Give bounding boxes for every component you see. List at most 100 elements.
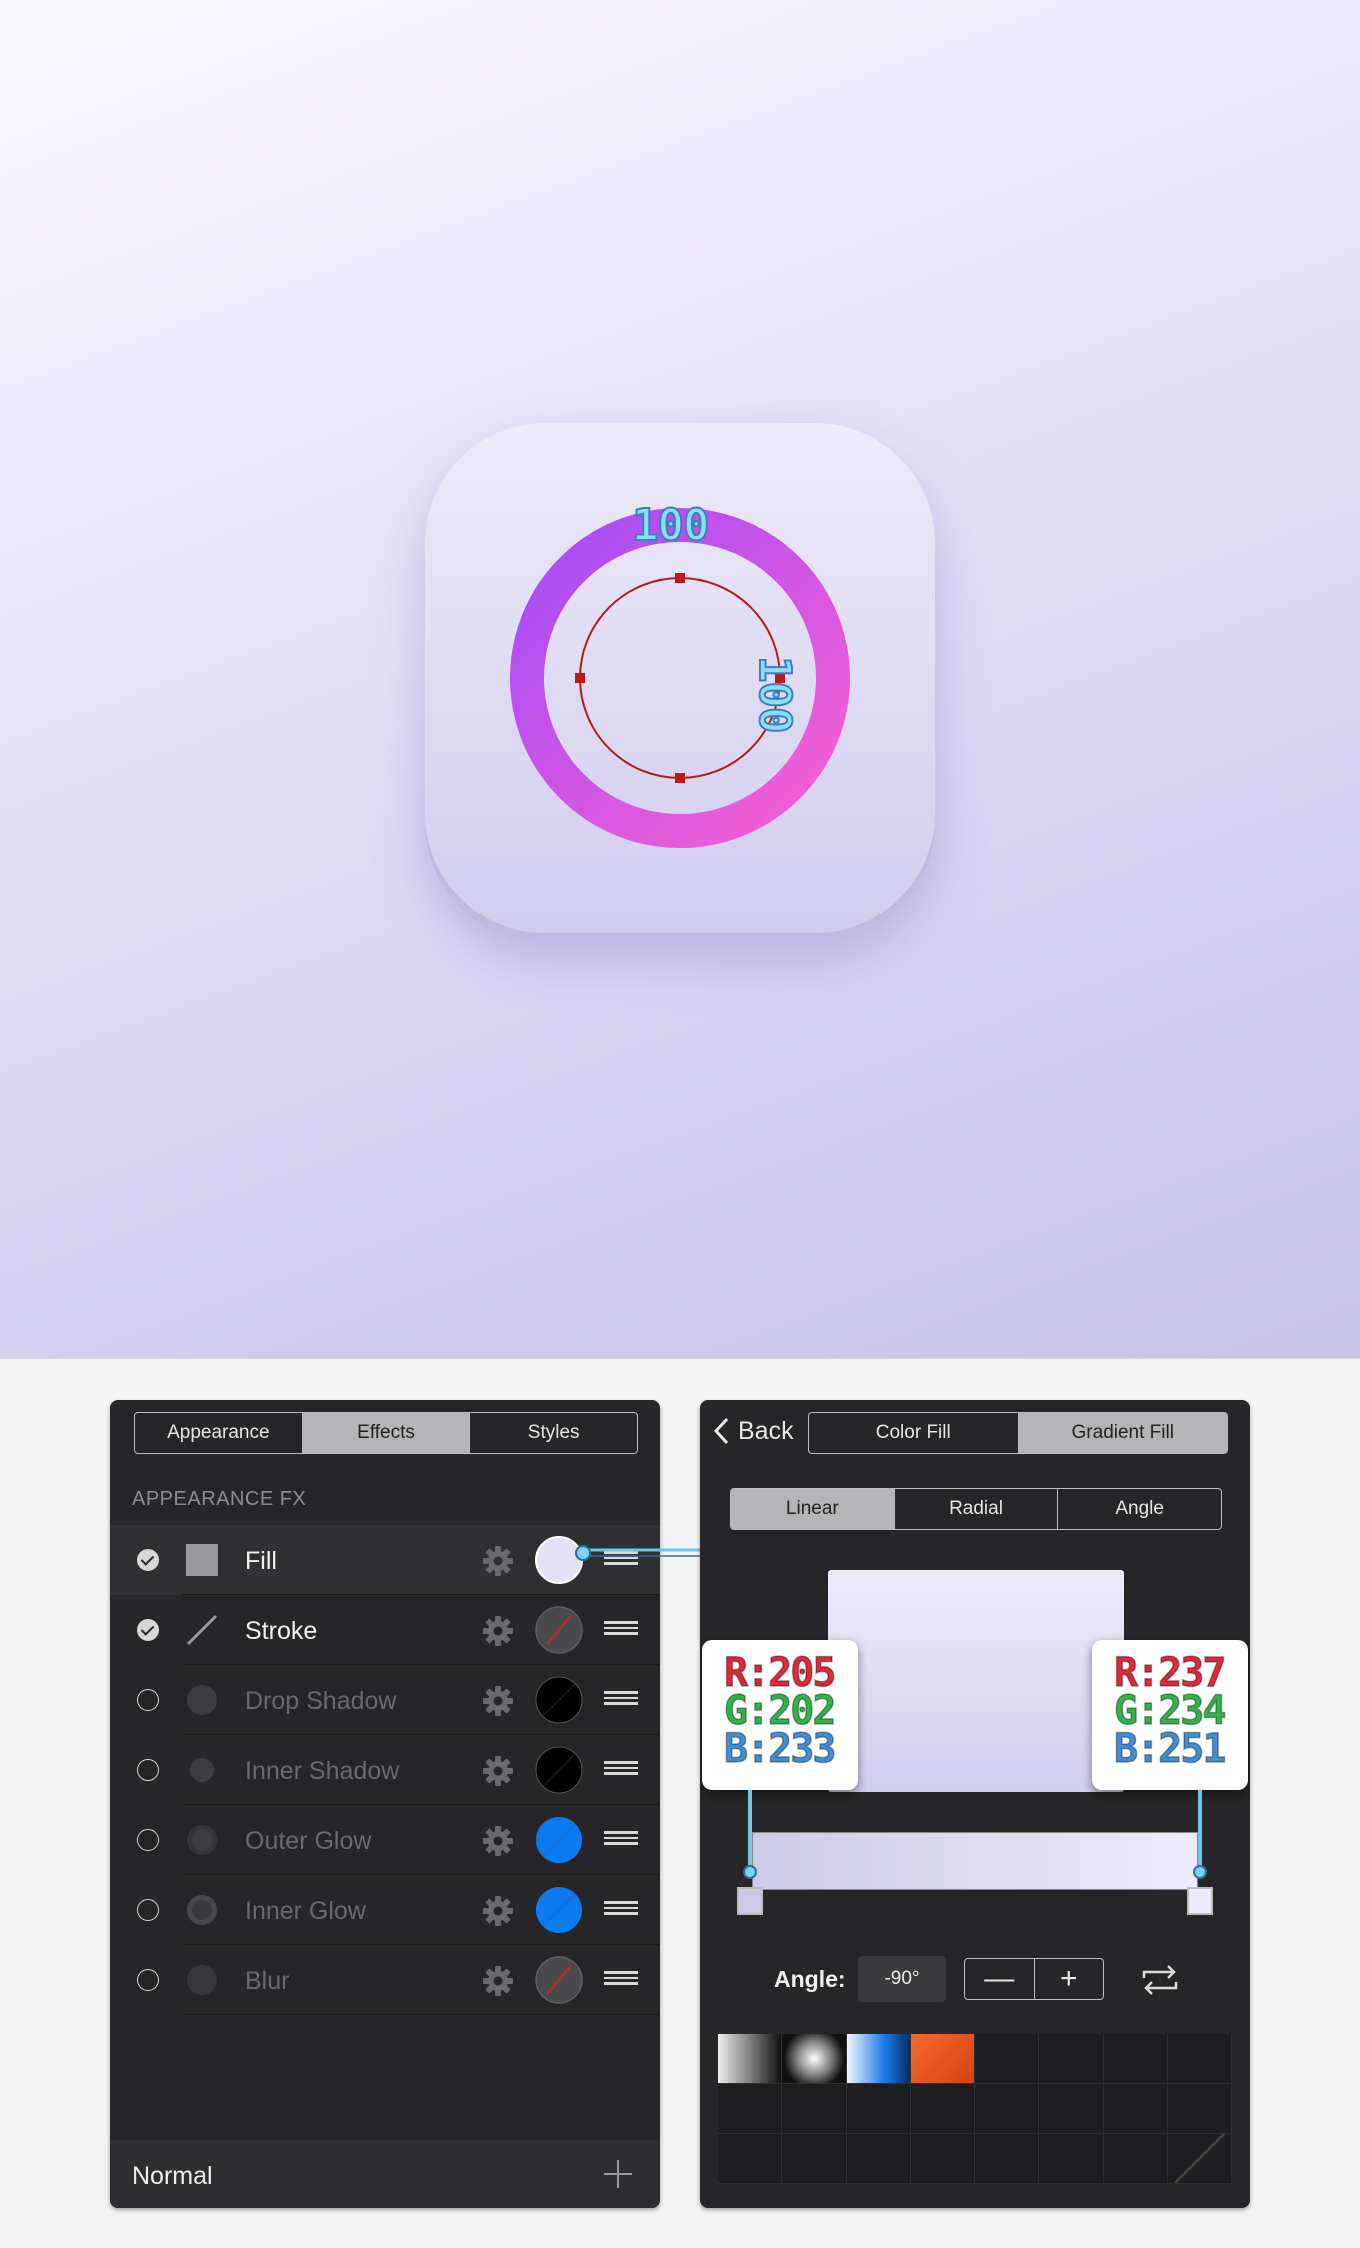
preset-empty[interactable] [975, 2034, 1040, 2084]
drop-shadow-icon [187, 1685, 217, 1715]
back-label: Back [738, 1416, 794, 1445]
left-stop-green: G:202 [723, 1688, 837, 1734]
fx-inner-glow-swatch[interactable] [535, 1886, 583, 1934]
panel-footer: Normal [110, 2140, 660, 2208]
preset-empty[interactable] [846, 2134, 911, 2184]
tab-appearance[interactable]: Appearance [135, 1413, 303, 1453]
right-stop-handle[interactable] [1193, 1865, 1207, 1879]
angle-label: Angle: [774, 1966, 846, 1992]
dimension-label-right: 100 [748, 655, 801, 733]
fx-drop-shadow-swatch[interactable] [535, 1676, 583, 1724]
gear-icon[interactable] [482, 1685, 514, 1717]
increment-button[interactable]: + [1035, 1959, 1104, 1999]
gear-icon[interactable] [482, 1755, 514, 1787]
preset-empty[interactable] [975, 2134, 1040, 2184]
preset-empty[interactable] [1103, 2034, 1168, 2084]
right-stop-blue: B:251 [1113, 1726, 1227, 1772]
gradient-bar[interactable] [752, 1832, 1198, 1890]
back-button[interactable]: Back [712, 1414, 794, 1448]
preset-linear-blue[interactable] [846, 2034, 911, 2084]
preset-empty[interactable] [1039, 2084, 1104, 2134]
preset-radial-gray[interactable] [782, 2034, 847, 2084]
preset-linear-orange[interactable] [910, 2034, 975, 2084]
fx-stroke-label: Stroke [245, 1617, 318, 1645]
fx-fill-checkbox[interactable] [137, 1549, 159, 1571]
fx-inner-glow-label: Inner Glow [245, 1897, 366, 1925]
fx-row-drop-shadow[interactable]: Drop Shadow [110, 1665, 660, 1735]
fx-stroke-reorder-icon[interactable] [604, 1621, 638, 1639]
preset-empty[interactable] [1039, 2134, 1104, 2184]
preset-empty[interactable] [1103, 2134, 1168, 2184]
fx-blur-swatch[interactable] [535, 1956, 583, 2004]
fx-stroke-swatch[interactable] [535, 1606, 583, 1654]
decrement-button[interactable]: — [965, 1959, 1035, 1999]
tab-effects[interactable]: Effects [302, 1413, 471, 1453]
inner-shadow-icon [190, 1758, 214, 1782]
preset-empty[interactable] [782, 2084, 847, 2134]
fx-drop-shadow-reorder-icon[interactable] [604, 1691, 638, 1709]
fx-outer-glow-checkbox[interactable] [137, 1829, 159, 1851]
angle-input[interactable]: -90° [858, 1956, 946, 2002]
preset-empty[interactable] [910, 2134, 975, 2184]
fx-inner-shadow-checkbox[interactable] [137, 1759, 159, 1781]
gear-icon[interactable] [482, 1545, 514, 1577]
fx-stroke-checkbox[interactable] [137, 1619, 159, 1641]
fx-row-outer-glow[interactable]: Outer Glow [110, 1805, 660, 1875]
fx-row-blur[interactable]: Blur [110, 1945, 660, 2015]
gradient-preview [828, 1570, 1124, 1792]
fx-inner-shadow-reorder-icon[interactable] [604, 1761, 638, 1779]
fx-drop-shadow-checkbox[interactable] [137, 1689, 159, 1711]
preset-empty[interactable] [846, 2084, 911, 2134]
preset-resize-corner-icon[interactable] [1167, 2134, 1232, 2184]
fx-blur-reorder-icon[interactable] [604, 1971, 638, 1989]
fx-blur-checkbox[interactable] [137, 1969, 159, 1991]
fx-outer-glow-swatch[interactable] [535, 1816, 583, 1864]
left-stop-line [748, 1790, 752, 1870]
fx-blur-label: Blur [245, 1967, 290, 1995]
fx-row-stroke[interactable]: Stroke [110, 1595, 660, 1665]
fx-inner-shadow-label: Inner Shadow [245, 1757, 400, 1785]
gear-icon[interactable] [482, 1895, 514, 1927]
left-stop-handle[interactable] [743, 1865, 757, 1879]
preset-empty[interactable] [1103, 2084, 1168, 2134]
preset-empty[interactable] [1039, 2034, 1104, 2084]
tab-radial[interactable]: Radial [895, 1489, 1059, 1529]
fx-outer-glow-reorder-icon[interactable] [604, 1831, 638, 1849]
preset-empty[interactable] [718, 2084, 783, 2134]
stroke-line-icon [186, 1614, 218, 1646]
swap-gradient-icon[interactable] [1140, 1962, 1180, 1998]
right-color-stop[interactable] [1187, 1887, 1213, 1915]
gear-icon[interactable] [482, 1825, 514, 1857]
preset-empty[interactable] [718, 2134, 783, 2184]
fx-row-inner-shadow[interactable]: Inner Shadow [110, 1735, 660, 1805]
appearance-panel: Appearance Effects Styles APPEARANCE FX … [110, 1400, 660, 2208]
preset-empty[interactable] [975, 2084, 1040, 2134]
fx-inner-glow-checkbox[interactable] [137, 1899, 159, 1921]
fx-inner-glow-reorder-icon[interactable] [604, 1901, 638, 1919]
fx-inner-shadow-swatch[interactable] [535, 1746, 583, 1794]
right-stop-rgb-callout: R:237 G:234 B:251 [1092, 1640, 1248, 1790]
gradient-type-tabs: Linear Radial Angle [730, 1488, 1222, 1530]
left-stop-red: R:205 [723, 1650, 837, 1696]
add-effect-icon[interactable] [602, 2158, 634, 2190]
tab-gradient-fill[interactable]: Gradient Fill [1018, 1413, 1227, 1453]
tab-color-fill[interactable]: Color Fill [809, 1413, 1019, 1453]
tab-styles[interactable]: Styles [470, 1413, 637, 1453]
preset-empty[interactable] [782, 2134, 847, 2184]
right-stop-red: R:237 [1113, 1650, 1227, 1696]
chevron-left-icon [713, 1417, 729, 1445]
row-divider [182, 2014, 660, 2015]
preset-linear-gray[interactable] [718, 2034, 783, 2084]
tab-angle[interactable]: Angle [1058, 1489, 1221, 1529]
fx-row-inner-glow[interactable]: Inner Glow [110, 1875, 660, 1945]
preset-empty[interactable] [1167, 2034, 1232, 2084]
preset-empty[interactable] [910, 2084, 975, 2134]
tab-linear[interactable]: Linear [731, 1489, 895, 1529]
left-color-stop[interactable] [737, 1887, 763, 1915]
fx-fill-label: Fill [245, 1547, 277, 1575]
preset-empty[interactable] [1167, 2084, 1232, 2134]
fx-drop-shadow-label: Drop Shadow [245, 1687, 397, 1715]
gear-icon[interactable] [482, 1615, 514, 1647]
gear-icon[interactable] [482, 1965, 514, 1997]
blend-mode-selector[interactable]: Normal [132, 2162, 213, 2191]
